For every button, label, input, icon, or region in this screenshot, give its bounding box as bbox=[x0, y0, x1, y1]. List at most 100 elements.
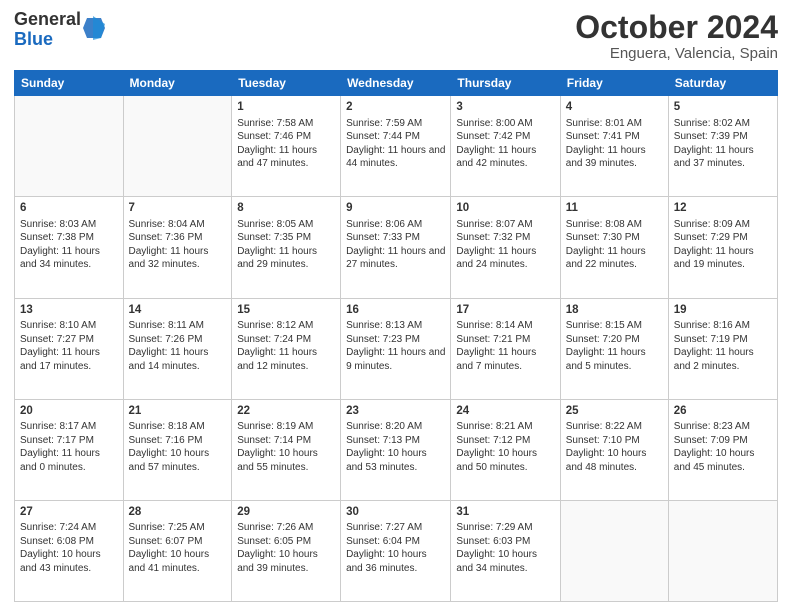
day-info: Sunrise: 8:06 AMSunset: 7:33 PMDaylight:… bbox=[346, 218, 445, 272]
day-number: 31 bbox=[456, 505, 554, 521]
day-number: 30 bbox=[346, 505, 445, 521]
day-number: 5 bbox=[674, 100, 772, 116]
day-info: Sunrise: 8:13 AMSunset: 7:23 PMDaylight:… bbox=[346, 319, 445, 373]
day-info: Sunrise: 8:20 AMSunset: 7:13 PMDaylight:… bbox=[346, 420, 445, 474]
day-number: 12 bbox=[674, 201, 772, 217]
calendar-cell bbox=[668, 500, 777, 601]
calendar-week-2: 6Sunrise: 8:03 AMSunset: 7:38 PMDaylight… bbox=[15, 197, 778, 298]
calendar-cell: 7Sunrise: 8:04 AMSunset: 7:36 PMDaylight… bbox=[123, 197, 232, 298]
day-info: Sunrise: 7:25 AMSunset: 6:07 PMDaylight:… bbox=[129, 521, 227, 575]
calendar-cell: 30Sunrise: 7:27 AMSunset: 6:04 PMDayligh… bbox=[341, 500, 451, 601]
logo-blue: Blue bbox=[14, 30, 81, 50]
calendar-cell bbox=[560, 500, 668, 601]
calendar-cell: 29Sunrise: 7:26 AMSunset: 6:05 PMDayligh… bbox=[232, 500, 341, 601]
day-info: Sunrise: 7:29 AMSunset: 6:03 PMDaylight:… bbox=[456, 521, 554, 575]
day-info: Sunrise: 8:17 AMSunset: 7:17 PMDaylight:… bbox=[20, 420, 118, 474]
day-info: Sunrise: 8:22 AMSunset: 7:10 PMDaylight:… bbox=[566, 420, 663, 474]
day-info: Sunrise: 8:00 AMSunset: 7:42 PMDaylight:… bbox=[456, 117, 554, 171]
weekday-header-sunday: Sunday bbox=[15, 71, 124, 96]
day-number: 13 bbox=[20, 303, 118, 319]
calendar-cell: 18Sunrise: 8:15 AMSunset: 7:20 PMDayligh… bbox=[560, 298, 668, 399]
day-number: 24 bbox=[456, 404, 554, 420]
day-number: 29 bbox=[237, 505, 335, 521]
logo: General Blue bbox=[14, 10, 105, 50]
calendar-cell: 25Sunrise: 8:22 AMSunset: 7:10 PMDayligh… bbox=[560, 399, 668, 500]
day-info: Sunrise: 8:03 AMSunset: 7:38 PMDaylight:… bbox=[20, 218, 118, 272]
calendar-week-3: 13Sunrise: 8:10 AMSunset: 7:27 PMDayligh… bbox=[15, 298, 778, 399]
calendar-header: SundayMondayTuesdayWednesdayThursdayFrid… bbox=[15, 71, 778, 96]
day-number: 18 bbox=[566, 303, 663, 319]
day-number: 4 bbox=[566, 100, 663, 116]
calendar-cell: 24Sunrise: 8:21 AMSunset: 7:12 PMDayligh… bbox=[451, 399, 560, 500]
calendar-cell: 15Sunrise: 8:12 AMSunset: 7:24 PMDayligh… bbox=[232, 298, 341, 399]
day-number: 2 bbox=[346, 100, 445, 116]
day-number: 11 bbox=[566, 201, 663, 217]
day-info: Sunrise: 8:12 AMSunset: 7:24 PMDaylight:… bbox=[237, 319, 335, 373]
logo-icon bbox=[83, 14, 105, 47]
day-number: 20 bbox=[20, 404, 118, 420]
day-info: Sunrise: 8:07 AMSunset: 7:32 PMDaylight:… bbox=[456, 218, 554, 272]
weekday-header-saturday: Saturday bbox=[668, 71, 777, 96]
calendar-cell bbox=[123, 96, 232, 197]
calendar-cell: 20Sunrise: 8:17 AMSunset: 7:17 PMDayligh… bbox=[15, 399, 124, 500]
weekday-header-tuesday: Tuesday bbox=[232, 71, 341, 96]
calendar-cell: 4Sunrise: 8:01 AMSunset: 7:41 PMDaylight… bbox=[560, 96, 668, 197]
day-number: 19 bbox=[674, 303, 772, 319]
calendar-cell: 14Sunrise: 8:11 AMSunset: 7:26 PMDayligh… bbox=[123, 298, 232, 399]
day-info: Sunrise: 8:04 AMSunset: 7:36 PMDaylight:… bbox=[129, 218, 227, 272]
day-info: Sunrise: 8:14 AMSunset: 7:21 PMDaylight:… bbox=[456, 319, 554, 373]
calendar-cell: 10Sunrise: 8:07 AMSunset: 7:32 PMDayligh… bbox=[451, 197, 560, 298]
day-info: Sunrise: 8:01 AMSunset: 7:41 PMDaylight:… bbox=[566, 117, 663, 171]
day-info: Sunrise: 8:19 AMSunset: 7:14 PMDaylight:… bbox=[237, 420, 335, 474]
day-number: 14 bbox=[129, 303, 227, 319]
day-info: Sunrise: 8:09 AMSunset: 7:29 PMDaylight:… bbox=[674, 218, 772, 272]
day-info: Sunrise: 8:11 AMSunset: 7:26 PMDaylight:… bbox=[129, 319, 227, 373]
calendar-cell: 9Sunrise: 8:06 AMSunset: 7:33 PMDaylight… bbox=[341, 197, 451, 298]
calendar-cell: 19Sunrise: 8:16 AMSunset: 7:19 PMDayligh… bbox=[668, 298, 777, 399]
day-number: 22 bbox=[237, 404, 335, 420]
day-number: 27 bbox=[20, 505, 118, 521]
day-number: 25 bbox=[566, 404, 663, 420]
calendar-cell: 6Sunrise: 8:03 AMSunset: 7:38 PMDaylight… bbox=[15, 197, 124, 298]
day-number: 16 bbox=[346, 303, 445, 319]
calendar-cell: 21Sunrise: 8:18 AMSunset: 7:16 PMDayligh… bbox=[123, 399, 232, 500]
calendar-cell: 3Sunrise: 8:00 AMSunset: 7:42 PMDaylight… bbox=[451, 96, 560, 197]
day-info: Sunrise: 8:21 AMSunset: 7:12 PMDaylight:… bbox=[456, 420, 554, 474]
calendar-cell: 27Sunrise: 7:24 AMSunset: 6:08 PMDayligh… bbox=[15, 500, 124, 601]
day-number: 26 bbox=[674, 404, 772, 420]
calendar-cell: 2Sunrise: 7:59 AMSunset: 7:44 PMDaylight… bbox=[341, 96, 451, 197]
calendar-table: SundayMondayTuesdayWednesdayThursdayFrid… bbox=[14, 70, 778, 602]
calendar-cell: 1Sunrise: 7:58 AMSunset: 7:46 PMDaylight… bbox=[232, 96, 341, 197]
calendar-cell: 16Sunrise: 8:13 AMSunset: 7:23 PMDayligh… bbox=[341, 298, 451, 399]
day-number: 8 bbox=[237, 201, 335, 217]
day-number: 1 bbox=[237, 100, 335, 116]
calendar-cell: 26Sunrise: 8:23 AMSunset: 7:09 PMDayligh… bbox=[668, 399, 777, 500]
day-info: Sunrise: 8:23 AMSunset: 7:09 PMDaylight:… bbox=[674, 420, 772, 474]
title-block: October 2024 Enguera, Valencia, Spain bbox=[575, 10, 778, 62]
day-number: 6 bbox=[20, 201, 118, 217]
day-number: 7 bbox=[129, 201, 227, 217]
calendar-cell: 11Sunrise: 8:08 AMSunset: 7:30 PMDayligh… bbox=[560, 197, 668, 298]
day-info: Sunrise: 7:58 AMSunset: 7:46 PMDaylight:… bbox=[237, 117, 335, 171]
day-info: Sunrise: 7:59 AMSunset: 7:44 PMDaylight:… bbox=[346, 117, 445, 171]
day-info: Sunrise: 8:16 AMSunset: 7:19 PMDaylight:… bbox=[674, 319, 772, 373]
calendar-cell: 23Sunrise: 8:20 AMSunset: 7:13 PMDayligh… bbox=[341, 399, 451, 500]
weekday-header-wednesday: Wednesday bbox=[341, 71, 451, 96]
weekday-row: SundayMondayTuesdayWednesdayThursdayFrid… bbox=[15, 71, 778, 96]
title-month: October 2024 bbox=[575, 10, 778, 45]
day-info: Sunrise: 8:18 AMSunset: 7:16 PMDaylight:… bbox=[129, 420, 227, 474]
day-info: Sunrise: 8:02 AMSunset: 7:39 PMDaylight:… bbox=[674, 117, 772, 171]
calendar-week-1: 1Sunrise: 7:58 AMSunset: 7:46 PMDaylight… bbox=[15, 96, 778, 197]
day-number: 17 bbox=[456, 303, 554, 319]
day-number: 3 bbox=[456, 100, 554, 116]
day-info: Sunrise: 8:10 AMSunset: 7:27 PMDaylight:… bbox=[20, 319, 118, 373]
title-location: Enguera, Valencia, Spain bbox=[575, 45, 778, 62]
day-number: 15 bbox=[237, 303, 335, 319]
day-info: Sunrise: 8:08 AMSunset: 7:30 PMDaylight:… bbox=[566, 218, 663, 272]
day-number: 23 bbox=[346, 404, 445, 420]
weekday-header-thursday: Thursday bbox=[451, 71, 560, 96]
calendar-cell: 31Sunrise: 7:29 AMSunset: 6:03 PMDayligh… bbox=[451, 500, 560, 601]
calendar-cell: 8Sunrise: 8:05 AMSunset: 7:35 PMDaylight… bbox=[232, 197, 341, 298]
calendar-cell: 12Sunrise: 8:09 AMSunset: 7:29 PMDayligh… bbox=[668, 197, 777, 298]
weekday-header-monday: Monday bbox=[123, 71, 232, 96]
